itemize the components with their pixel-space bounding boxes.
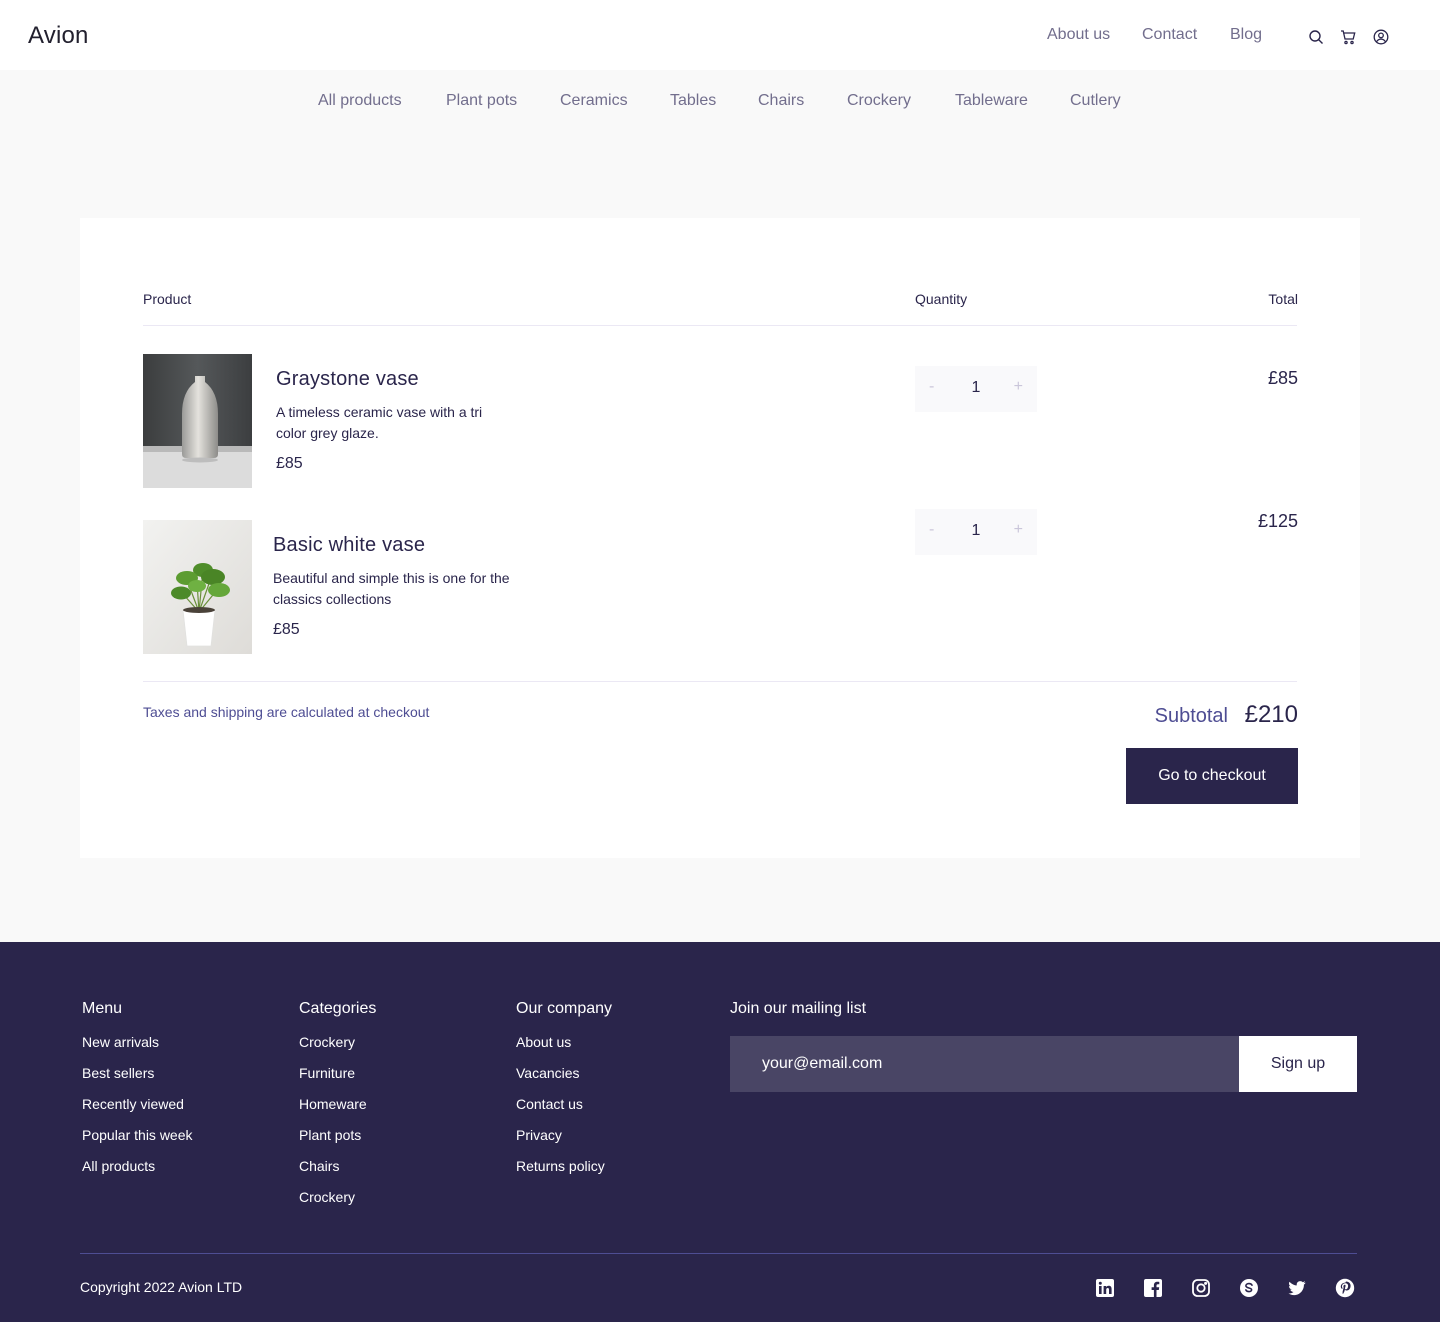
category-ceramics[interactable]: Ceramics [560,92,628,110]
footer-link[interactable]: Crockery [299,1189,355,1205]
cart-icon[interactable] [1340,29,1356,45]
line-total: £85 [1267,368,1298,388]
quantity-increase-button[interactable]: + [1014,521,1023,539]
footer-menu-heading: Menu [82,1000,123,1017]
quantity-stepper: - 1 + [915,509,1037,555]
logo[interactable]: Avion [28,22,89,50]
divider [143,325,1297,326]
checkout-note: Taxes and shipping are calculated at che… [143,704,430,720]
facebook-icon[interactable] [1143,1278,1163,1298]
product-name[interactable]: Basic white vase [273,534,425,557]
cart-panel: Product Quantity Total Graystone vase A … [80,218,1360,858]
divider [143,681,1297,682]
email-field[interactable] [730,1036,1239,1092]
footer-link[interactable]: Popular this week [82,1127,193,1143]
footer-categories-heading: Categories [299,1000,377,1017]
product-description: Beautiful and simple this is one for the… [273,570,510,607]
pinterest-icon[interactable] [1335,1278,1355,1298]
sign-up-button[interactable]: Sign up [1239,1036,1357,1092]
footer-company-heading: Our company [516,1000,613,1017]
column-header-quantity: Quantity [915,291,968,307]
category-tables[interactable]: Tables [670,92,716,110]
product-price: £85 [273,621,300,638]
footer-link[interactable]: Furniture [299,1065,355,1081]
category-tableware[interactable]: Tableware [955,92,1028,110]
footer-link[interactable]: All products [82,1158,155,1174]
footer-link[interactable]: Crockery [299,1034,355,1050]
footer-link[interactable]: Best sellers [82,1065,154,1081]
category-plant-pots[interactable]: Plant pots [446,92,517,110]
nav-contact[interactable]: Contact [1142,26,1197,44]
footer-link[interactable]: Privacy [516,1127,562,1143]
footer-link[interactable]: Recently viewed [82,1096,184,1112]
mailing-list-heading: Join our mailing list [730,1000,867,1017]
footer-link[interactable]: Vacancies [516,1065,580,1081]
search-icon[interactable] [1308,29,1324,45]
column-header-product: Product [143,291,192,307]
footer-divider [80,1253,1357,1254]
footer-link[interactable]: Plant pots [299,1127,361,1143]
site-header: Avion About us Contact Blog [0,0,1440,70]
line-total: £125 [1257,511,1298,531]
category-cutlery[interactable]: Cutlery [1070,92,1121,110]
quantity-stepper: - 1 + [915,366,1037,412]
footer-link[interactable]: Homeware [299,1096,367,1112]
footer-link[interactable]: New arrivals [82,1034,159,1050]
site-footer: Menu New arrivals Best sellers Recently … [0,942,1440,1322]
product-name[interactable]: Graystone vase [276,368,419,391]
linkedin-icon[interactable] [1095,1278,1115,1298]
product-image-graystone-vase[interactable] [143,354,252,488]
footer-link[interactable]: Contact us [516,1096,583,1112]
copyright: Copyright 2022 Avion LTD [80,1279,243,1295]
footer-link[interactable]: About us [516,1034,571,1050]
subtotal-value: £210 [1244,701,1298,728]
twitter-icon[interactable] [1287,1278,1307,1298]
category-all-products[interactable]: All products [318,92,402,110]
checkout-button[interactable]: Go to checkout [1126,748,1298,804]
category-chairs[interactable]: Chairs [758,92,804,110]
column-header-total: Total [1268,291,1298,307]
user-icon[interactable] [1373,29,1389,45]
product-description: A timeless ceramic vase with a tri color… [276,404,483,441]
category-crockery[interactable]: Crockery [847,92,911,110]
footer-link[interactable]: Returns policy [516,1158,605,1174]
skype-icon[interactable] [1239,1278,1259,1298]
instagram-icon[interactable] [1191,1278,1211,1298]
subtotal-label: Subtotal [1154,705,1228,727]
product-price: £85 [276,455,303,472]
product-image-basic-white-vase[interactable] [143,520,252,654]
nav-about-us[interactable]: About us [1047,26,1110,44]
email-input[interactable] [730,1036,1239,1092]
quantity-increase-button[interactable]: + [1014,378,1023,396]
footer-link[interactable]: Chairs [299,1158,339,1174]
nav-blog[interactable]: Blog [1230,26,1262,44]
